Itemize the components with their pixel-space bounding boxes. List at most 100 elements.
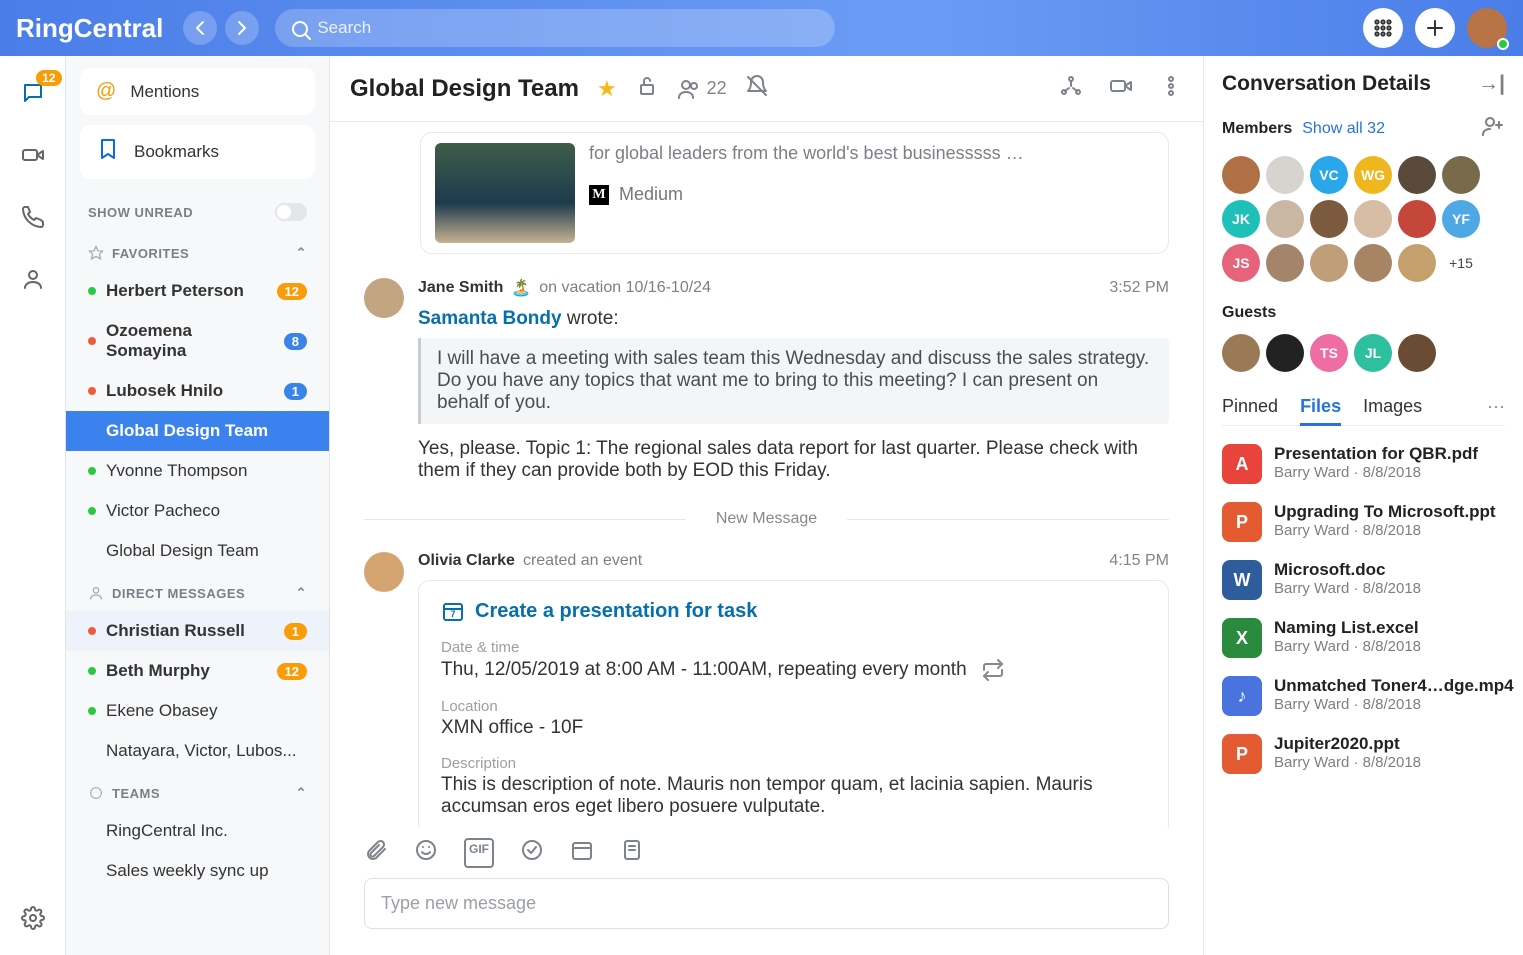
file-item[interactable]: ♪Unmatched Toner4…dge.mp4Barry Ward · 8/… [1222,676,1505,716]
emoji-button[interactable] [414,838,438,868]
conversation-item[interactable]: Global Design Team [66,411,329,451]
member-avatar[interactable] [1442,156,1480,194]
collapse-icon[interactable]: →| [1478,72,1505,96]
member-avatar[interactable]: JK [1222,200,1260,238]
member-avatar[interactable] [1310,244,1348,282]
conversation-item[interactable]: Christian Russell1 [66,611,329,651]
conversation-name: Global Design Team [106,541,259,561]
nav-forward-button[interactable] [225,11,259,45]
member-avatar[interactable]: JS [1222,244,1260,282]
event-card[interactable]: 7Create a presentation for task Date & t… [418,580,1169,828]
nav-video[interactable] [16,138,50,172]
add-member-icon[interactable] [1481,114,1505,144]
link-preview-card[interactable]: for global leaders from the world's best… [420,132,1169,254]
conversation-item[interactable]: Yvonne Thompson [66,451,329,491]
file-item[interactable]: PJupiter2020.pptBarry Ward · 8/8/2018 [1222,734,1505,774]
member-avatar[interactable] [1266,244,1304,282]
bookmarks-card[interactable]: Bookmarks [80,125,315,179]
file-type-icon: P [1222,734,1262,774]
file-item[interactable]: PUpgrading To Microsoft.pptBarry Ward · … [1222,502,1505,542]
member-avatar[interactable]: VC [1310,156,1348,194]
favorites-header[interactable]: FAVORITES⌃ [66,231,329,271]
member-avatar[interactable] [1354,244,1392,282]
chevron-up-icon[interactable]: ⌃ [296,785,307,801]
mute-icon[interactable] [745,74,769,104]
chevron-up-icon[interactable]: ⌃ [296,245,307,261]
file-item[interactable]: WMicrosoft.docBarry Ward · 8/8/2018 [1222,560,1505,600]
member-avatar[interactable] [1354,200,1392,238]
member-avatar[interactable] [1398,334,1436,372]
conversation-item[interactable]: Herbert Peterson12 [66,271,329,311]
member-avatar[interactable]: JL [1354,334,1392,372]
member-avatar[interactable]: TS [1310,334,1348,372]
show-all-link[interactable]: Show all 32 [1302,120,1385,138]
teams-header[interactable]: TEAMS⌃ [66,771,329,811]
file-item[interactable]: XNaming List.excelBarry Ward · 8/8/2018 [1222,618,1505,658]
task-button[interactable] [520,838,544,868]
member-avatar[interactable] [1398,200,1436,238]
sender-name[interactable]: Jane Smith [418,279,503,297]
nav-messages[interactable]: 12 [16,76,50,110]
member-avatar[interactable]: WG [1354,156,1392,194]
tab-images[interactable]: Images [1363,396,1422,419]
team-icon [88,785,104,801]
location-value: XMN office - 10F [441,717,1146,739]
video-call-button[interactable] [1109,74,1133,104]
nav-settings[interactable] [16,901,50,935]
lock-icon[interactable] [635,74,659,104]
avatar[interactable] [364,278,404,318]
member-avatar[interactable] [1266,200,1304,238]
conversation-item[interactable]: Global Design Team [66,531,329,571]
search-input[interactable] [275,9,835,47]
dialpad-button[interactable] [1363,8,1403,48]
attach-button[interactable] [364,838,388,868]
event-button[interactable] [570,838,594,868]
member-avatar[interactable] [1398,156,1436,194]
video-icon [21,143,45,167]
favorite-star-icon[interactable]: ★ [597,76,617,102]
nav-contacts[interactable] [16,262,50,296]
file-name: Presentation for QBR.pdf [1274,444,1478,464]
tab-files[interactable]: Files [1300,396,1341,426]
member-avatar[interactable] [1310,200,1348,238]
conversation-item[interactable]: Ozoemena Somayina8 [66,311,329,371]
compose-input[interactable]: Type new message [364,878,1169,929]
member-avatar[interactable] [1222,156,1260,194]
member-count[interactable]: 22 [677,77,727,101]
nav-phone[interactable] [16,200,50,234]
user-avatar[interactable] [1467,8,1507,48]
tabs-more-icon[interactable]: ··· [1487,396,1505,419]
integrations-icon[interactable] [1059,74,1083,104]
conversation-item[interactable]: Victor Pacheco [66,491,329,531]
mentions-card[interactable]: @Mentions [80,68,315,115]
conversation-item[interactable]: Ekene Obasey [66,691,329,731]
conversation-item[interactable]: Lubosek Hnilo1 [66,371,329,411]
conversation-name: Sales weekly sync up [106,861,269,881]
conversation-item[interactable]: Natayara, Victor, Lubos... [66,731,329,771]
file-type-icon: W [1222,560,1262,600]
member-avatar[interactable] [1398,244,1436,282]
message-time: 4:15 PM [1109,552,1169,570]
conversation-item[interactable]: Sales weekly sync up [66,851,329,891]
file-item[interactable]: APresentation for QBR.pdfBarry Ward · 8/… [1222,444,1505,484]
note-button[interactable] [620,838,644,868]
nav-back-button[interactable] [183,11,217,45]
direct-header[interactable]: DIRECT MESSAGES⌃ [66,571,329,611]
members-label: Members [1222,120,1292,138]
more-members[interactable]: +15 [1442,244,1480,282]
member-avatar[interactable] [1222,334,1260,372]
member-avatar[interactable] [1266,334,1304,372]
member-avatar[interactable] [1266,156,1304,194]
conversation-item[interactable]: Beth Murphy12 [66,651,329,691]
avatar[interactable] [364,552,404,592]
conversation-item[interactable]: RingCentral Inc. [66,811,329,851]
tab-pinned[interactable]: Pinned [1222,396,1278,419]
quoted-author[interactable]: Samanta Bondy [418,308,562,329]
gif-button[interactable]: GIF [464,838,494,868]
chevron-up-icon[interactable]: ⌃ [296,585,307,601]
add-button[interactable] [1415,8,1455,48]
more-menu-icon[interactable] [1159,74,1183,104]
unread-toggle[interactable] [275,203,307,221]
member-avatar[interactable]: YF [1442,200,1480,238]
sender-name[interactable]: Olivia Clarke [418,552,515,570]
